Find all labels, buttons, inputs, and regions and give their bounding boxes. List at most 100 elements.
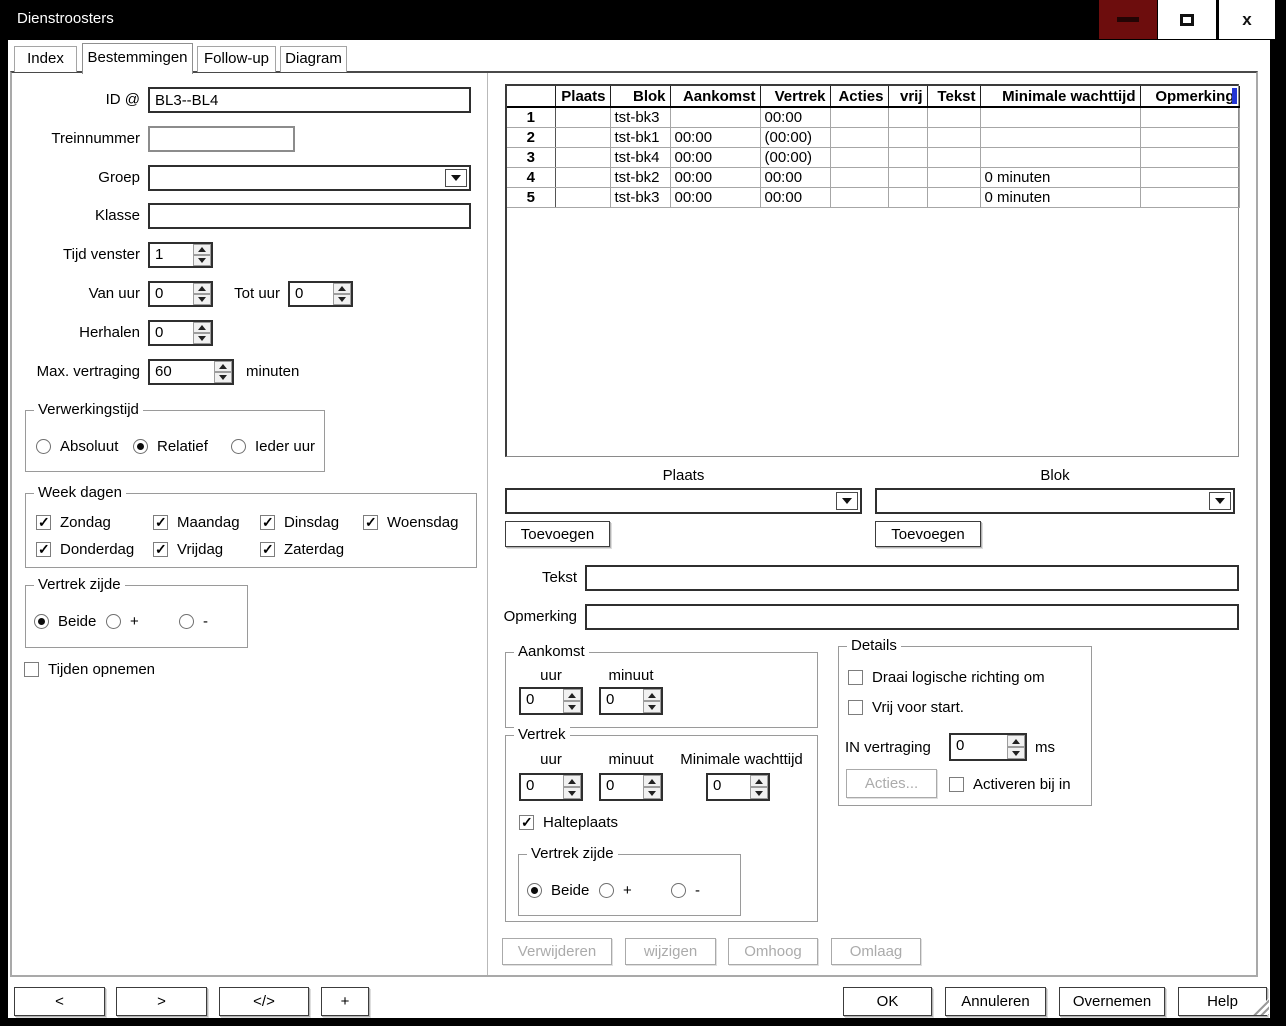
ok-button[interactable]: OK: [843, 987, 932, 1016]
close-button[interactable]: x: [1219, 0, 1275, 39]
aankomst-minuut-spinner[interactable]: 0: [599, 687, 663, 715]
cell-blok[interactable]: tst-bk3: [610, 107, 670, 127]
spin-up-button[interactable]: [563, 689, 581, 701]
max-vertraging-spinner[interactable]: 60: [148, 359, 234, 385]
cell-vrij[interactable]: [888, 127, 927, 147]
checkbox-tijden-opnemen[interactable]: Tijden opnemen: [24, 661, 155, 678]
cell-plaats[interactable]: [555, 187, 610, 207]
opmerking-input[interactable]: [585, 604, 1239, 630]
cell-vrij[interactable]: [888, 147, 927, 167]
maximize-button[interactable]: [1158, 0, 1216, 39]
cell-tekst[interactable]: [927, 107, 980, 127]
radio-minus[interactable]: -: [671, 882, 700, 899]
table-row[interactable]: 2 tst-bk1 00:00 (00:00): [507, 127, 1239, 147]
radio-ieder-uur[interactable]: Ieder uur: [231, 438, 315, 455]
vertrek-minuut-spinner[interactable]: 0: [599, 773, 663, 801]
cell-blok[interactable]: tst-bk1: [610, 127, 670, 147]
radio-beide[interactable]: Beide: [527, 882, 589, 899]
radio-relatief[interactable]: Relatief: [133, 438, 208, 455]
tab-index[interactable]: Index: [14, 46, 77, 72]
checkbox-activeren-bij-in[interactable]: Activeren bij in: [949, 776, 1071, 793]
cell-rownum[interactable]: 2: [507, 127, 555, 147]
id-input[interactable]: [148, 87, 471, 113]
cell-vertrek[interactable]: 00:00: [760, 167, 830, 187]
nav-code-button[interactable]: </>: [219, 987, 309, 1016]
spin-down-button[interactable]: [750, 787, 768, 799]
cell-blok[interactable]: tst-bk4: [610, 147, 670, 167]
help-button[interactable]: Help: [1178, 987, 1267, 1016]
spin-up-button[interactable]: [563, 775, 581, 787]
acties-button[interactable]: Acties...: [846, 769, 937, 798]
cell-minimale-wachttijd[interactable]: [980, 147, 1140, 167]
spin-up-button[interactable]: [643, 689, 661, 701]
cell-blok[interactable]: tst-bk3: [610, 187, 670, 207]
cell-aankomst[interactable]: 00:00: [670, 127, 760, 147]
col-header-aankomst[interactable]: Aankomst: [670, 86, 760, 107]
cell-tekst[interactable]: [927, 147, 980, 167]
radio-plus[interactable]: +: [106, 613, 139, 630]
groep-select[interactable]: [148, 165, 471, 191]
cell-blok[interactable]: tst-bk2: [610, 167, 670, 187]
cell-tekst[interactable]: [927, 127, 980, 147]
spin-down-button[interactable]: [643, 701, 661, 713]
omhoog-button[interactable]: Omhoog: [728, 938, 818, 965]
plaats-dropdown-button[interactable]: [836, 492, 858, 510]
table-row[interactable]: 1 tst-bk3 00:00: [507, 107, 1239, 127]
cell-vrij[interactable]: [888, 167, 927, 187]
cell-opmerking[interactable]: [1140, 147, 1239, 167]
spin-down-button[interactable]: [563, 787, 581, 799]
treinnummer-input[interactable]: [148, 126, 295, 152]
checkbox-maandag[interactable]: Maandag: [153, 514, 240, 531]
cell-vrij[interactable]: [888, 107, 927, 127]
spin-down-button[interactable]: [1007, 747, 1025, 759]
spin-up-button[interactable]: [193, 322, 211, 333]
checkbox-halteplaats[interactable]: Halteplaats: [519, 814, 618, 831]
col-header-tekst[interactable]: Tekst: [927, 86, 980, 107]
toevoegen-blok-button[interactable]: Toevoegen: [875, 521, 981, 547]
omlaag-button[interactable]: Omlaag: [831, 938, 921, 965]
klasse-input[interactable]: [148, 203, 471, 229]
plaats-select[interactable]: [505, 488, 862, 514]
minimize-button[interactable]: [1099, 0, 1157, 39]
radio-minus[interactable]: -: [179, 613, 208, 630]
spin-up-button[interactable]: [214, 361, 232, 372]
spin-up-button[interactable]: [750, 775, 768, 787]
cell-aankomst[interactable]: 00:00: [670, 187, 760, 207]
col-header-rownum[interactable]: [507, 86, 555, 107]
cell-minimale-wachttijd[interactable]: 0 minuten: [980, 167, 1140, 187]
tab-diagram[interactable]: Diagram: [280, 46, 347, 72]
col-header-minimale-wachttijd[interactable]: Minimale wachttijd: [980, 86, 1140, 107]
spin-down-button[interactable]: [643, 787, 661, 799]
van-uur-spinner[interactable]: 0: [148, 281, 213, 307]
radio-absoluut[interactable]: Absoluut: [36, 438, 118, 455]
verwijderen-button[interactable]: Verwijderen: [502, 938, 612, 965]
cell-acties[interactable]: [830, 147, 888, 167]
checkbox-zaterdag[interactable]: Zaterdag: [260, 541, 344, 558]
cell-acties[interactable]: [830, 167, 888, 187]
table-row[interactable]: 3 tst-bk4 00:00 (00:00): [507, 147, 1239, 167]
cell-plaats[interactable]: [555, 107, 610, 127]
col-header-vrij[interactable]: vrij: [888, 86, 927, 107]
cell-aankomst[interactable]: 00:00: [670, 147, 760, 167]
cell-opmerking[interactable]: [1140, 127, 1239, 147]
tekst-input[interactable]: [585, 565, 1239, 591]
spin-up-button[interactable]: [643, 775, 661, 787]
spin-up-button[interactable]: [1007, 735, 1025, 747]
checkbox-vrijdag[interactable]: Vrijdag: [153, 541, 223, 558]
radio-plus[interactable]: +: [599, 882, 632, 899]
annuleren-button[interactable]: Annuleren: [945, 987, 1046, 1016]
herhalen-spinner[interactable]: 0: [148, 320, 213, 346]
spin-down-button[interactable]: [214, 372, 232, 383]
checkbox-donderdag[interactable]: Donderdag: [36, 541, 134, 558]
in-vertraging-spinner[interactable]: 0: [949, 733, 1027, 761]
cell-rownum[interactable]: 1: [507, 107, 555, 127]
tab-bestemmingen[interactable]: Bestemmingen: [82, 43, 193, 74]
tijd-venster-spinner[interactable]: 1: [148, 242, 213, 268]
blok-select[interactable]: [875, 488, 1235, 514]
spin-up-button[interactable]: [193, 283, 211, 294]
aankomst-uur-spinner[interactable]: 0: [519, 687, 583, 715]
nav-previous-button[interactable]: <: [14, 987, 105, 1016]
col-header-acties[interactable]: Acties: [830, 86, 888, 107]
spin-down-button[interactable]: [563, 701, 581, 713]
tab-follow-up[interactable]: Follow-up: [197, 46, 276, 72]
